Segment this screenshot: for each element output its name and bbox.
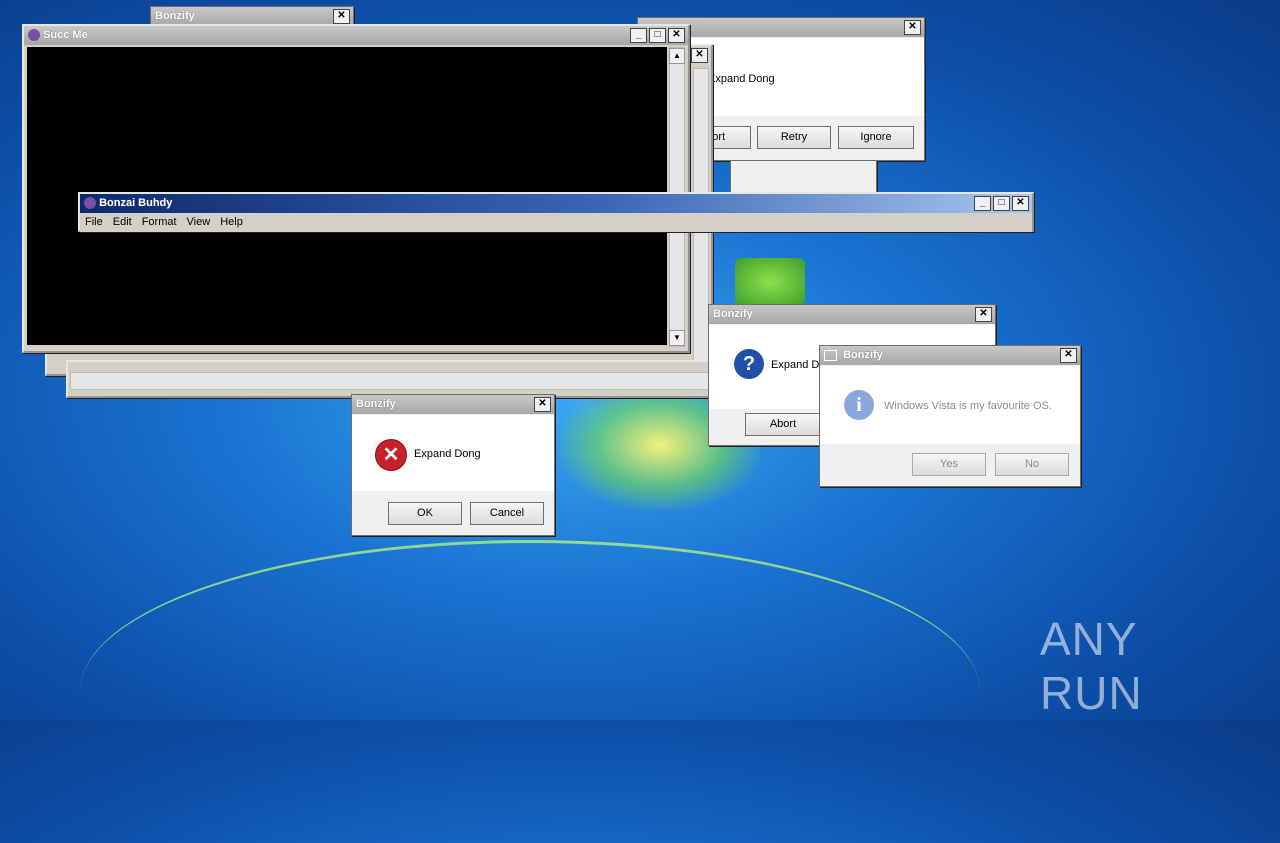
vista-dialog: Bonzify ✕ i Windows Vista is my favourit…	[819, 345, 1081, 487]
no-button[interactable]: No	[995, 453, 1069, 476]
ok-button[interactable]: OK	[388, 502, 462, 525]
abort-button[interactable]: Abort	[745, 413, 821, 436]
bonzai-buhdy-window: Bonzai Buhdy _ □ ✕ File Edit Format View…	[78, 192, 1034, 232]
menu-edit[interactable]: Edit	[108, 213, 137, 232]
window-title: Bonzify	[713, 308, 753, 320]
window-title: Bonzify	[155, 10, 195, 22]
title-bar: Bonzify ✕	[352, 395, 554, 414]
bonzi-icon	[84, 197, 96, 210]
desktop-swoosh	[80, 540, 980, 843]
menu-bar: File Edit Format View Help	[80, 213, 1032, 232]
dialog-message: Expand Dong	[414, 448, 481, 460]
error-icon: ✕	[375, 439, 407, 471]
desktop-green-leaf	[735, 258, 805, 306]
retry-button[interactable]: Retry	[757, 126, 831, 149]
title-bar: Succ Me _ □ ✕	[24, 26, 688, 45]
menu-file[interactable]: File	[80, 213, 108, 232]
title-bar: Bonzai Buhdy _ □ ✕	[80, 194, 1032, 213]
info-icon: i	[844, 390, 874, 420]
succ-me-window: Succ Me _ □ ✕ ▲ ▼	[22, 24, 690, 353]
question-icon: ?	[734, 349, 764, 379]
anyrun-watermark: ANY RUN	[1040, 612, 1240, 719]
error-dialog: Bonzify ✕ ✕ Expand Dong OK Cancel	[351, 394, 555, 536]
close-button[interactable]: ✕	[691, 48, 708, 63]
minimize-button[interactable]: _	[630, 28, 647, 43]
maximize-button[interactable]: □	[649, 28, 666, 43]
maximize-button[interactable]: □	[993, 196, 1010, 211]
background-window-2	[66, 360, 734, 398]
close-button[interactable]: ✕	[1012, 196, 1029, 211]
scroll-up-arrow[interactable]: ▲	[669, 48, 685, 64]
close-button[interactable]: ✕	[1060, 348, 1077, 363]
minimize-button[interactable]: _	[974, 196, 991, 211]
close-button[interactable]: ✕	[975, 307, 992, 322]
close-button[interactable]: ✕	[668, 28, 685, 43]
window-title: Succ Me	[43, 29, 88, 41]
menu-format[interactable]: Format	[137, 213, 182, 232]
bonzi-icon	[28, 29, 40, 42]
app-icon	[824, 349, 837, 361]
menu-help[interactable]: Help	[215, 213, 248, 232]
cancel-button[interactable]: Cancel	[470, 502, 544, 525]
title-bar: Bonzify ✕	[820, 346, 1080, 365]
ignore-button[interactable]: Ignore	[838, 126, 914, 149]
close-button[interactable]: ✕	[904, 20, 921, 35]
dialog-message: Windows Vista is my favourite OS.	[884, 400, 1052, 412]
dialog-message: Expand Dong	[708, 73, 775, 85]
close-button[interactable]: ✕	[534, 397, 551, 412]
menu-view[interactable]: View	[182, 213, 216, 232]
title-bar: Bonzify ✕	[709, 305, 995, 324]
watermark-text: ANY RUN	[1040, 613, 1143, 719]
horizontal-scrollbar[interactable]	[70, 372, 730, 390]
partial-dialog	[730, 160, 877, 196]
yes-button[interactable]: Yes	[912, 453, 986, 476]
window-title: Bonzai Buhdy	[99, 197, 173, 209]
close-button[interactable]: ✕	[333, 9, 350, 24]
scroll-down-arrow[interactable]: ▼	[669, 330, 685, 346]
window-title: Bonzify	[843, 349, 883, 361]
window-title: Bonzify	[356, 398, 396, 410]
